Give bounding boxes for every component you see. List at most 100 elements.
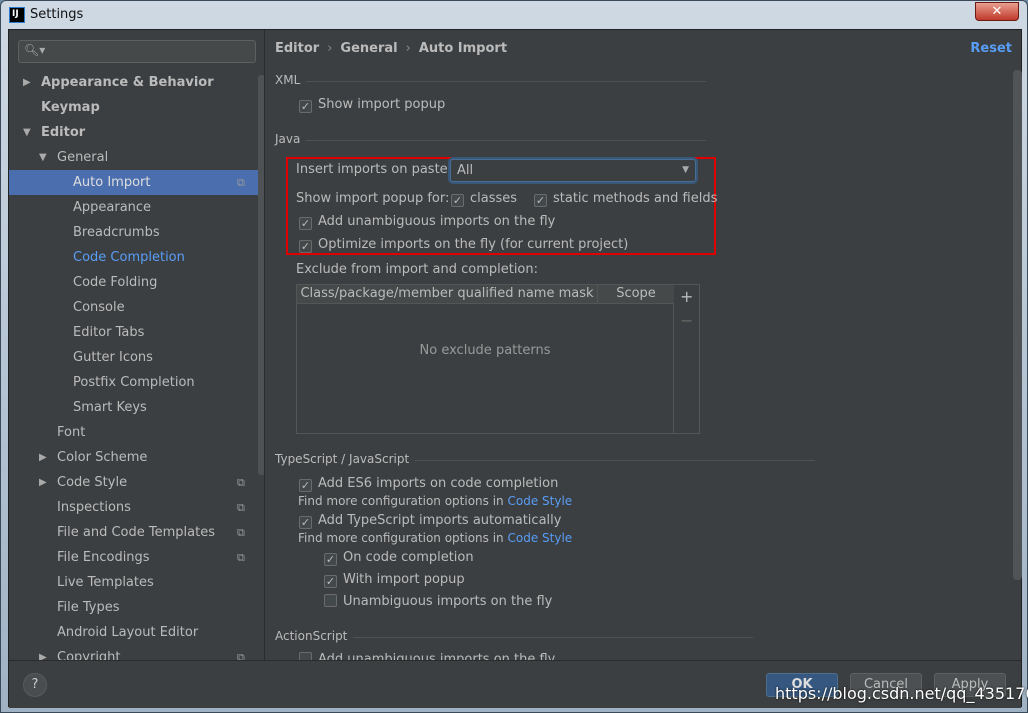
check-icon: ✓ — [324, 575, 337, 588]
sidebar-item-appearance-behavior[interactable]: ▶ Appearance & Behavior — [9, 70, 259, 95]
sidebar-item-postfix-completion[interactable]: Postfix Completion — [9, 370, 259, 395]
sidebar-item-file-encodings[interactable]: File Encodings ⧉ — [9, 545, 259, 570]
sidebar-item-label: Smart Keys — [73, 400, 147, 415]
check-icon: ✓ — [451, 194, 464, 207]
label: With import popup — [343, 572, 465, 587]
sidebar-item-code-style[interactable]: ▶ Code Style ⧉ — [9, 470, 259, 495]
check-icon: ✓ — [299, 100, 312, 113]
content-scrollbar[interactable] — [1013, 70, 1022, 580]
sidebar-item-inspections[interactable]: Inspections ⧉ — [9, 495, 259, 520]
sidebar-item-live-templates[interactable]: Live Templates — [9, 570, 259, 595]
sidebar-item-label: Keymap — [41, 100, 100, 115]
sidebar-item-label: Android Layout Editor — [57, 625, 199, 640]
sidebar-item-label: Console — [73, 300, 125, 315]
sidebar-item-label: Breadcrumbs — [73, 225, 160, 240]
project-settings-icon: ⧉ — [237, 651, 245, 660]
sidebar-item-label: Code Completion — [73, 250, 185, 265]
sidebar-scrollbar[interactable] — [258, 75, 264, 475]
project-settings-icon: ⧉ — [237, 526, 245, 539]
empty-state: No exclude patterns — [419, 343, 551, 358]
sidebar-item-label: Postfix Completion — [73, 375, 195, 390]
label: Unambiguous imports on the fly — [343, 594, 553, 609]
static-methods-checkbox[interactable]: ✓ static methods and fields — [534, 191, 717, 207]
sidebar-item-console[interactable]: Console — [9, 295, 259, 320]
code-style-link[interactable]: Code Style — [508, 531, 573, 545]
popup-for-label: Show import popup for: — [296, 191, 450, 206]
sidebar-item-editor[interactable]: ▼ Editor — [9, 120, 259, 145]
section-java: Java — [275, 132, 713, 146]
add-unambiguous-checkbox[interactable]: ✓ Add unambiguous imports on the fly — [299, 214, 555, 230]
search-input[interactable]: 🔍︎▾ — [18, 40, 256, 63]
sidebar-item-file-and-code-templates[interactable]: File and Code Templates ⧉ — [9, 520, 259, 545]
dropdown-value: All — [457, 163, 474, 178]
sidebar-item-label: Appearance & Behavior — [41, 75, 214, 90]
es6-imports-checkbox[interactable]: ✓ Add ES6 imports on code completion — [299, 476, 558, 492]
chevron-right-icon[interactable]: ▶ — [39, 470, 47, 495]
on-completion-checkbox[interactable]: ✓ On code completion — [324, 550, 474, 566]
sidebar-item-label: Appearance — [73, 200, 152, 215]
content-panel: Editor › General › Auto Import Reset XML ✓ Sh… — [266, 30, 1022, 660]
sidebar-item-file-types[interactable]: File Types — [9, 595, 259, 620]
check-icon: ✓ — [299, 516, 312, 529]
chevron-right-icon[interactable]: ▶ — [23, 70, 31, 95]
project-settings-icon: ⧉ — [237, 501, 245, 514]
sidebar-item-breadcrumbs[interactable]: Breadcrumbs — [9, 220, 259, 245]
exclude-table[interactable]: Class/package/member qualified name mask… — [296, 284, 674, 434]
with-popup-checkbox[interactable]: ✓ With import popup — [324, 572, 465, 588]
sidebar-item-editor-tabs[interactable]: Editor Tabs — [9, 320, 259, 345]
ts-imports-checkbox[interactable]: ✓ Add TypeScript imports automatically — [299, 513, 561, 529]
intellij-logo-icon: IJ — [9, 7, 25, 23]
classes-checkbox[interactable]: ✓ classes — [451, 191, 517, 207]
sidebar-item-label: File Types — [57, 600, 120, 615]
as-unambiguous-checkbox[interactable]: Add unambiguous imports on the fly — [299, 652, 555, 660]
sidebar-item-color-scheme[interactable]: ▶ Color Scheme — [9, 445, 259, 470]
insert-imports-dropdown[interactable]: All ▼ — [450, 159, 696, 182]
sidebar-item-appearance[interactable]: Appearance — [9, 195, 259, 220]
sidebar-item-code-completion[interactable]: Code Completion — [9, 245, 259, 270]
sidebar-item-keymap[interactable]: Keymap — [9, 95, 259, 120]
code-style-link[interactable]: Code Style — [508, 494, 573, 508]
chevron-right-icon[interactable]: ▶ — [39, 645, 47, 660]
breadcrumb-general: General — [340, 41, 398, 56]
chevron-down-icon[interactable]: ▼ — [39, 145, 47, 170]
chevron-down-icon[interactable]: ▼ — [23, 120, 31, 145]
sidebar-item-label: File and Code Templates — [57, 525, 215, 540]
show-import-popup-checkbox[interactable]: ✓ Show import popup — [299, 97, 445, 113]
sidebar-item-gutter-icons[interactable]: Gutter Icons — [9, 345, 259, 370]
sidebar-item-smart-keys[interactable]: Smart Keys — [9, 395, 259, 420]
table-toolbar: + − — [674, 284, 700, 434]
add-icon[interactable]: + — [680, 287, 693, 306]
column-header-scope[interactable]: Scope — [598, 285, 674, 304]
check-icon: ✓ — [299, 240, 312, 253]
sidebar-item-label: File Encodings — [57, 550, 150, 565]
sidebar-item-general[interactable]: ▼ General — [9, 145, 259, 170]
reset-link[interactable]: Reset — [970, 41, 1012, 56]
label: On code completion — [343, 550, 474, 565]
column-header-mask[interactable]: Class/package/member qualified name mask — [297, 285, 598, 304]
project-settings-icon: ⧉ — [237, 476, 245, 489]
close-button[interactable]: ✕ — [975, 2, 1019, 21]
sidebar-item-label: Editor — [41, 125, 86, 140]
sidebar-item-copyright[interactable]: ▶ Copyright ⧉ — [9, 645, 259, 660]
sidebar-item-android-layout-editor[interactable]: Android Layout Editor — [9, 620, 259, 645]
sidebar: 🔍︎▾ ▶ Appearance & Behavior Keymap ▼ Editor ▼… — [9, 30, 265, 660]
watermark: https://blog.csdn.net/qq_43517653 — [775, 684, 1028, 703]
sidebar-item-label: Gutter Icons — [73, 350, 153, 365]
sidebar-item-label: Font — [57, 425, 86, 440]
ts-unambiguous-checkbox[interactable]: Unambiguous imports on the fly — [324, 594, 552, 609]
sidebar-item-font[interactable]: Font — [9, 420, 259, 445]
project-settings-icon: ⧉ — [237, 551, 245, 564]
sidebar-item-code-folding[interactable]: Code Folding — [9, 270, 259, 295]
chevron-right-icon[interactable]: ▶ — [39, 445, 47, 470]
sidebar-item-label: Live Templates — [57, 575, 154, 590]
sidebar-item-label: Copyright — [57, 650, 121, 660]
sidebar-item-auto-import[interactable]: Auto Import ⧉ — [9, 170, 259, 195]
chevron-down-icon: ▼ — [682, 165, 689, 175]
sidebar-item-label: Inspections — [57, 500, 131, 515]
sidebar-item-label: Code Folding — [73, 275, 158, 290]
sidebar-item-label: Auto Import — [73, 175, 151, 190]
help-button[interactable]: ? — [23, 673, 47, 697]
remove-icon[interactable]: − — [680, 311, 693, 330]
optimize-imports-checkbox[interactable]: ✓ Optimize imports on the fly (for curren… — [299, 237, 628, 253]
project-settings-icon: ⧉ — [237, 176, 245, 189]
